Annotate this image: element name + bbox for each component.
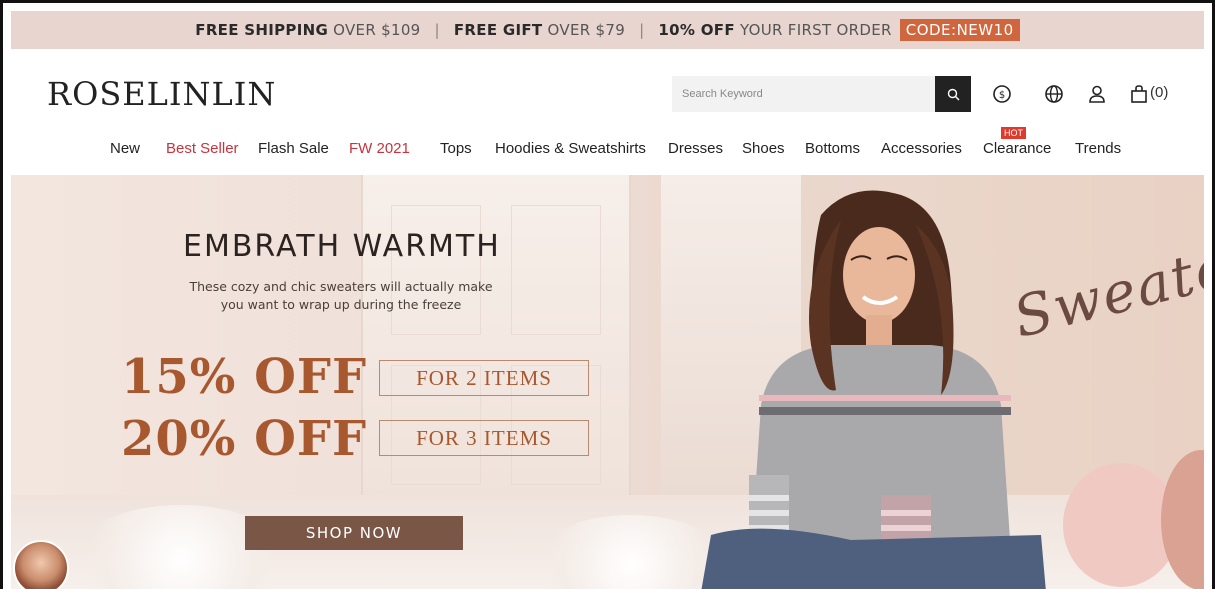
promo-bar[interactable]: FREE SHIPPING OVER $109 | FREE GIFT OVER… <box>11 11 1204 49</box>
promo-discount-rest: YOUR FIRST ORDER <box>739 21 892 39</box>
search-bar <box>672 76 971 112</box>
hero-banner[interactable]: EMBRATH WARMTH These cozy and chic sweat… <box>11 175 1204 589</box>
currency-button[interactable]: $ <box>991 83 1013 105</box>
door-panel <box>511 205 601 335</box>
promo-code-badge: CODE:NEW10 <box>899 19 1020 41</box>
language-button[interactable] <box>1043 83 1065 105</box>
offer-percent-2: 20% OFF <box>121 411 368 467</box>
search-button[interactable] <box>935 76 971 112</box>
bag-icon <box>1131 85 1147 103</box>
shop-now-button[interactable]: SHOP NOW <box>245 516 463 550</box>
offer-percent-1: 15% OFF <box>121 349 368 405</box>
nav-item-hoodies-sweatshirts[interactable]: Hoodies & Sweatshirts <box>495 140 646 157</box>
user-icon <box>1089 85 1105 103</box>
nav-item-trends[interactable]: Trends <box>1075 140 1121 157</box>
pillow-decoration <box>1063 450 1204 589</box>
page-frame: FREE SHIPPING OVER $109 | FREE GIFT OVER… <box>0 0 1215 589</box>
nav-item-tops[interactable]: Tops <box>440 140 472 157</box>
offer-items-1: FOR 2 ITEMS <box>379 360 589 396</box>
nav-item-fw-2021[interactable]: FW 2021 <box>349 140 410 157</box>
currency-icon: $ <box>993 85 1011 103</box>
hot-badge: HOT <box>1001 127 1026 139</box>
nav-item-flash-sale[interactable]: Flash Sale <box>258 140 329 157</box>
nav-item-clearance[interactable]: Clearance <box>983 140 1051 157</box>
promo-gift-rest: OVER $79 <box>547 21 626 39</box>
nav-item-dresses[interactable]: Dresses <box>668 140 723 157</box>
offer-items-2: FOR 3 ITEMS <box>379 420 589 456</box>
cart-button[interactable] <box>1128 83 1150 105</box>
hero-subtitle-line: you want to wrap up during the freeze <box>220 297 462 312</box>
hero-model-image <box>701 190 1046 589</box>
door-panel <box>391 205 481 335</box>
search-icon <box>947 88 959 100</box>
search-input[interactable] <box>672 76 935 112</box>
hero-title: EMBRATH WARMTH <box>183 229 501 264</box>
account-button[interactable] <box>1086 83 1108 105</box>
nav-item-bottoms[interactable]: Bottoms <box>805 140 860 157</box>
promo-discount-bold: 10% OFF <box>658 21 735 39</box>
promo-separator: | <box>434 21 440 39</box>
promo-shipping-bold: FREE SHIPPING <box>195 21 329 39</box>
hero-subtitle-line: These cozy and chic sweaters will actual… <box>189 279 493 294</box>
site-logo[interactable]: ROSELINLIN <box>47 75 276 113</box>
promo-separator: | <box>639 21 645 39</box>
nav-item-new[interactable]: New <box>110 140 140 157</box>
globe-icon <box>1045 85 1063 103</box>
promo-gift-bold: FREE GIFT <box>453 21 543 39</box>
nav-item-accessories[interactable]: Accessories <box>881 140 962 157</box>
promo-shipping-rest: OVER $109 <box>333 21 421 39</box>
svg-text:$: $ <box>999 90 1005 101</box>
cart-count[interactable]: (0) <box>1150 84 1168 101</box>
chat-avatar[interactable] <box>13 540 69 589</box>
main-nav: New Best Seller Flash Sale FW 2021 Tops … <box>3 140 1212 160</box>
nav-item-best-seller[interactable]: Best Seller <box>166 140 239 157</box>
hero-subtitle: These cozy and chic sweaters will actual… <box>171 278 511 314</box>
nav-item-shoes[interactable]: Shoes <box>742 140 785 157</box>
